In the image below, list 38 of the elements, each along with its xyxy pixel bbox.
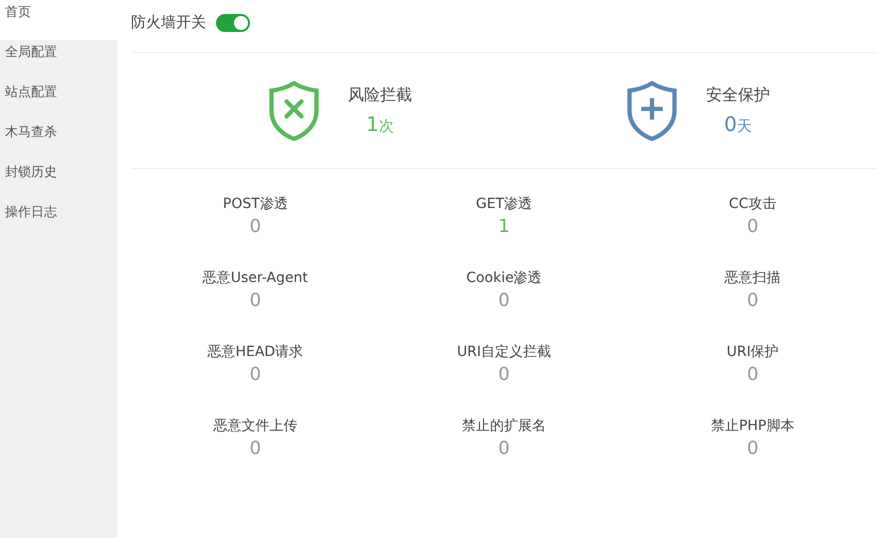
stat-label: 禁止PHP脚本 [710,417,794,435]
stat-label: 恶意User-Agent [202,269,308,287]
sidebar-item[interactable]: 封锁历史 [0,160,117,200]
stat-value: 0 [250,290,262,311]
stat-value: 0 [746,216,758,237]
shield-plus-icon [626,80,678,140]
stat-label: GET渗透 [476,195,532,213]
sidebar-item[interactable]: 站点配置 [0,80,117,120]
stat-value: 1 [498,216,510,237]
stat-label: Cookie渗透 [466,269,542,287]
stat-label: CC攻击 [728,195,776,213]
sidebar-item[interactable]: 首页 [0,0,117,40]
stat-label: 恶意扫描 [724,269,781,287]
stat-value: 0 [250,216,262,237]
shield-x-icon [268,80,320,140]
stat-label: 恶意文件上传 [213,417,298,435]
stat-value: 0 [250,438,262,459]
sidebar-item[interactable]: 全局配置 [0,40,117,80]
sidebar-item[interactable]: 木马查杀 [0,120,117,160]
firewall-toggle[interactable] [216,14,250,32]
stat-value: 0 [498,290,510,311]
stat-value: 0 [746,364,758,385]
summary-count: 0天 [724,112,752,136]
summary-title: 安全保护 [706,85,770,106]
stat-value: 0 [746,438,758,459]
stat-label: 恶意HEAD请求 [207,343,304,361]
stat-label: 禁止的扩展名 [462,417,546,435]
stat-value: 0 [498,438,510,459]
stat-label: URI自定义拦截 [456,343,552,361]
stat-label: POST渗透 [222,195,288,213]
summary-count: 1次 [366,112,394,136]
switch-label: 防火墙开关 [131,13,206,32]
sidebar-item[interactable]: 操作日志 [0,200,117,240]
summary-title: 风险拦截 [348,85,412,106]
stat-value: 0 [498,364,510,385]
stat-value: 0 [746,290,758,311]
stat-value: 0 [250,364,262,385]
stat-label: URI保护 [726,343,779,361]
